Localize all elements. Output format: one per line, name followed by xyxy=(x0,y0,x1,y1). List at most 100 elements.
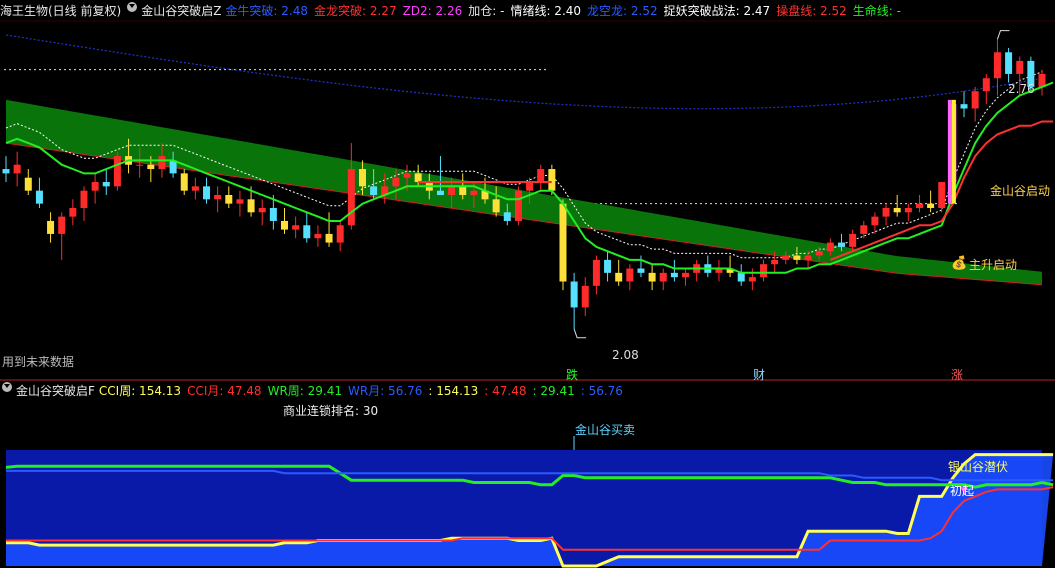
candle-body xyxy=(314,233,322,239)
sub-header-item-6: : 29.41 xyxy=(532,384,575,398)
candle-body xyxy=(648,272,656,282)
future-data-note: 用到未来数据 xyxy=(2,355,75,369)
low-pointer xyxy=(573,328,587,339)
start-label: 初起 xyxy=(950,484,975,498)
candle-body xyxy=(280,220,288,230)
signal-main-label: 主升启动 xyxy=(969,258,1018,272)
candle-body xyxy=(659,272,667,282)
candle-body xyxy=(670,272,678,278)
candle-body xyxy=(448,186,456,195)
candle-body xyxy=(403,173,411,178)
candle-body xyxy=(392,177,400,187)
candle-body xyxy=(13,164,21,174)
candle-body xyxy=(748,277,756,282)
sub-header-item-3: WR月: 56.76 xyxy=(348,384,423,398)
candle-body xyxy=(804,255,812,260)
life-line xyxy=(5,81,1054,274)
candle-body xyxy=(637,268,645,273)
candle-body xyxy=(24,177,32,191)
candle-body xyxy=(1005,52,1013,74)
candle-body xyxy=(793,255,801,260)
candle-body xyxy=(35,190,43,204)
sub-header-item-1: CCI月: 47.48 xyxy=(187,384,262,398)
candle-body xyxy=(2,169,10,174)
candle-body xyxy=(960,104,968,109)
candle-body xyxy=(303,225,311,239)
candle-body xyxy=(370,186,378,195)
candle-body xyxy=(871,216,879,226)
marker-wealth: 财 xyxy=(753,368,766,382)
candle-body xyxy=(993,52,1001,79)
candle-body xyxy=(626,268,634,282)
candle-body xyxy=(80,190,88,208)
candle-body xyxy=(203,186,211,200)
candle-body xyxy=(113,156,121,187)
marker-fall: 跌 xyxy=(566,368,579,382)
candle-body xyxy=(58,216,66,234)
candle-body xyxy=(247,199,255,213)
candle-body xyxy=(982,78,990,92)
chart-canvas xyxy=(0,20,1055,568)
marker-rise: 涨 xyxy=(951,368,964,382)
candle-body xyxy=(102,182,110,187)
candle-body xyxy=(136,164,144,166)
sub-indicator-values: CCI周: 154.13 CCI月: 47.48 WR周: 29.41 WR月: 56… xyxy=(99,382,629,400)
candle-body xyxy=(214,195,222,200)
candle-body xyxy=(436,190,444,195)
candle-body xyxy=(69,207,77,217)
sub-header-item-4: : 154.13 xyxy=(428,384,479,398)
candle-body xyxy=(927,203,935,208)
low-price-label: 2.08 xyxy=(612,348,639,362)
candle-body xyxy=(893,207,901,213)
candle-body xyxy=(147,164,155,170)
sub-header-item-0: CCI周: 154.13 xyxy=(98,384,182,398)
candle-body xyxy=(537,169,545,183)
high-price-label: 2.76 xyxy=(1008,82,1035,96)
candle-body xyxy=(47,220,55,234)
money-bag-icon: 💰 xyxy=(951,256,968,271)
candle-body xyxy=(882,207,890,217)
sub-indicator-dropdown-icon[interactable] xyxy=(2,382,12,392)
candle-body xyxy=(180,173,188,191)
candle-body xyxy=(414,173,422,183)
long-ma-line xyxy=(5,34,1043,110)
industry-ranking: 商业连锁排名: 30 xyxy=(283,404,379,418)
high-pointer xyxy=(996,30,1010,40)
candle-body xyxy=(492,199,500,213)
candle-body xyxy=(225,195,233,204)
candle-body xyxy=(782,255,790,260)
candle-body xyxy=(1016,60,1024,74)
candle-body xyxy=(548,169,556,191)
candle-body xyxy=(849,233,857,247)
candle-body xyxy=(570,281,578,308)
candle-body xyxy=(771,259,779,265)
candle-body xyxy=(604,259,612,273)
candle-body xyxy=(91,182,99,191)
candle-body xyxy=(581,285,589,308)
candle-body xyxy=(470,190,478,195)
candle-body xyxy=(347,169,355,226)
candle-body xyxy=(459,186,467,195)
candle-body xyxy=(915,203,923,208)
silver-valley-label: 银山谷潜伏 xyxy=(948,460,1009,474)
candle-body xyxy=(860,225,868,234)
candle-body xyxy=(325,233,333,243)
buy-sell-label: 金山谷买卖 xyxy=(575,423,636,437)
candle-body xyxy=(358,169,366,187)
sub-indicator-name[interactable]: 金山谷突破启F xyxy=(16,382,95,400)
breakout-bar xyxy=(951,99,956,204)
candle-body xyxy=(158,156,166,170)
candle-body xyxy=(292,225,300,230)
candle-body xyxy=(191,186,199,191)
candle-body xyxy=(559,203,567,282)
candle-body xyxy=(904,207,912,213)
trend-band xyxy=(6,99,1042,285)
candle-body xyxy=(760,264,768,278)
candle-body xyxy=(737,272,745,282)
breakout-bar xyxy=(947,99,952,204)
sub-header-item-2: WR周: 29.41 xyxy=(267,384,342,398)
sub-header-item-7: : 56.76 xyxy=(580,384,623,398)
candle-body xyxy=(526,182,534,191)
sub-header-item-5: : 47.48 xyxy=(484,384,527,398)
candle-body xyxy=(503,212,511,221)
